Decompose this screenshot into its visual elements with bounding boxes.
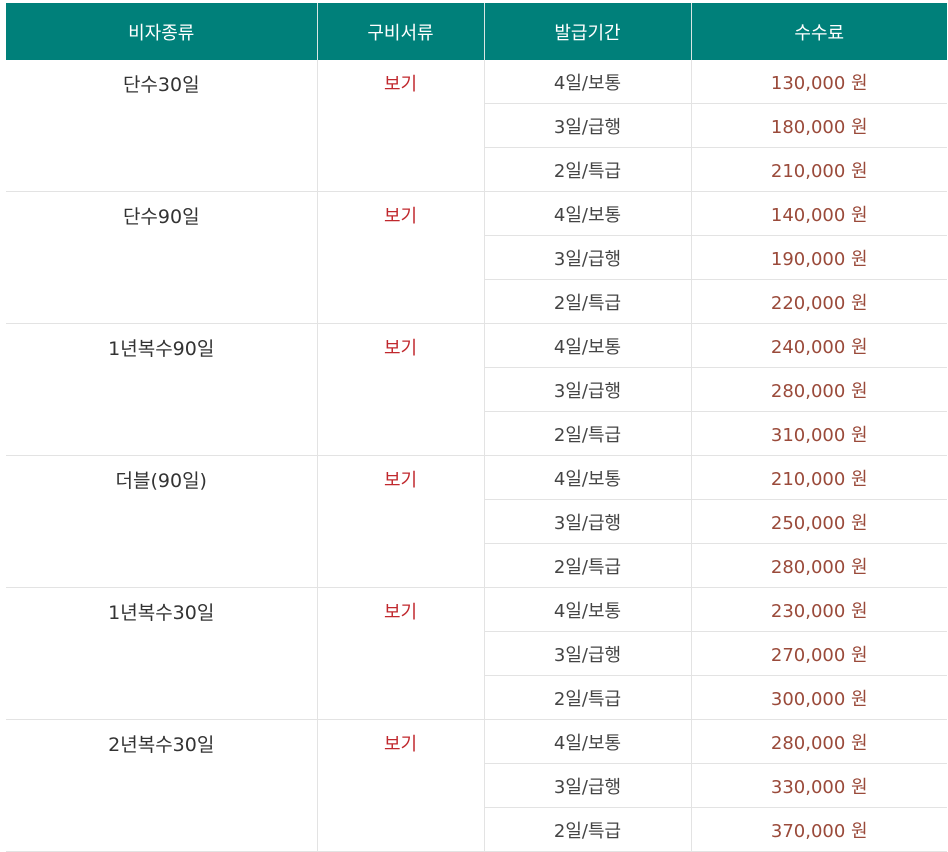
view-documents-link[interactable]: 보기 [317,191,485,324]
issue-period-cell: 2일/특급 [484,675,692,720]
visa-type-cell: 2년복수30일 [6,719,318,852]
issue-period-cell: 3일/급행 [484,103,692,148]
fee-cell: 230,000 원 [691,587,947,632]
table-body: 단수30일 보기 4일/보통 130,000 원 3일/급행 180,000 원 2일/특급… [6,60,947,852]
issue-period-cell: 3일/급행 [484,235,692,280]
issue-period-cell: 4일/보통 [484,191,692,236]
fee-cell: 280,000 원 [691,543,947,588]
fee-cell: 310,000 원 [691,411,947,456]
visa-fee-table: 비자종류 구비서류 발급기간 수수료 단수30일 보기 4일/보통 130,000 원… [6,3,947,852]
issue-period-cell: 3일/급행 [484,367,692,412]
header-fee: 수수료 [691,3,947,60]
issue-period-cell: 4일/보통 [484,455,692,500]
visa-type-cell: 단수90일 [6,191,318,324]
header-visa-type: 비자종류 [6,3,318,60]
visa-type-cell: 1년복수90일 [6,323,318,456]
table-header: 비자종류 구비서류 발급기간 수수료 [6,3,947,60]
issue-period-cell: 2일/특급 [484,279,692,324]
issue-period-cell: 4일/보통 [484,323,692,368]
visa-type-cell: 단수30일 [6,60,318,192]
fee-cell: 180,000 원 [691,103,947,148]
fee-cell: 210,000 원 [691,455,947,500]
fee-cell: 250,000 원 [691,499,947,544]
issue-period-cell: 2일/특급 [484,147,692,192]
issue-period-cell: 3일/급행 [484,763,692,808]
view-documents-link[interactable]: 보기 [317,323,485,456]
issue-period-cell: 4일/보통 [484,719,692,764]
fee-cell: 280,000 원 [691,719,947,764]
view-documents-link[interactable]: 보기 [317,719,485,852]
fee-cell: 300,000 원 [691,675,947,720]
table-row: 단수30일 보기 4일/보통 130,000 원 [6,60,947,192]
fee-cell: 370,000 원 [691,807,947,852]
view-documents-link[interactable]: 보기 [317,60,485,192]
fee-cell: 330,000 원 [691,763,947,808]
table-row: 더블(90일) 보기 4일/보통 210,000 원 [6,455,947,588]
visa-type-cell: 1년복수30일 [6,587,318,720]
fee-cell: 280,000 원 [691,367,947,412]
table-row: 1년복수30일 보기 4일/보통 230,000 원 [6,587,947,720]
fee-cell: 270,000 원 [691,631,947,676]
fee-cell: 240,000 원 [691,323,947,368]
table-row: 2년복수30일 보기 4일/보통 280,000 원 [6,719,947,852]
issue-period-cell: 2일/특급 [484,543,692,588]
issue-period-cell: 3일/급행 [484,631,692,676]
header-issue-period: 발급기간 [484,3,692,60]
issue-period-cell: 4일/보통 [484,587,692,632]
issue-period-cell: 3일/급행 [484,499,692,544]
issue-period-cell: 4일/보통 [484,60,692,104]
table-row: 단수90일 보기 4일/보통 140,000 원 [6,191,947,324]
fee-cell: 130,000 원 [691,60,947,104]
fee-cell: 190,000 원 [691,235,947,280]
header-documents: 구비서류 [317,3,485,60]
issue-period-cell: 2일/특급 [484,807,692,852]
issue-period-cell: 2일/특급 [484,411,692,456]
visa-type-cell: 더블(90일) [6,455,318,588]
fee-cell: 220,000 원 [691,279,947,324]
view-documents-link[interactable]: 보기 [317,587,485,720]
header-row: 비자종류 구비서류 발급기간 수수료 [6,3,947,60]
table-row: 1년복수90일 보기 4일/보통 240,000 원 [6,323,947,456]
fee-cell: 210,000 원 [691,147,947,192]
fee-cell: 140,000 원 [691,191,947,236]
view-documents-link[interactable]: 보기 [317,455,485,588]
